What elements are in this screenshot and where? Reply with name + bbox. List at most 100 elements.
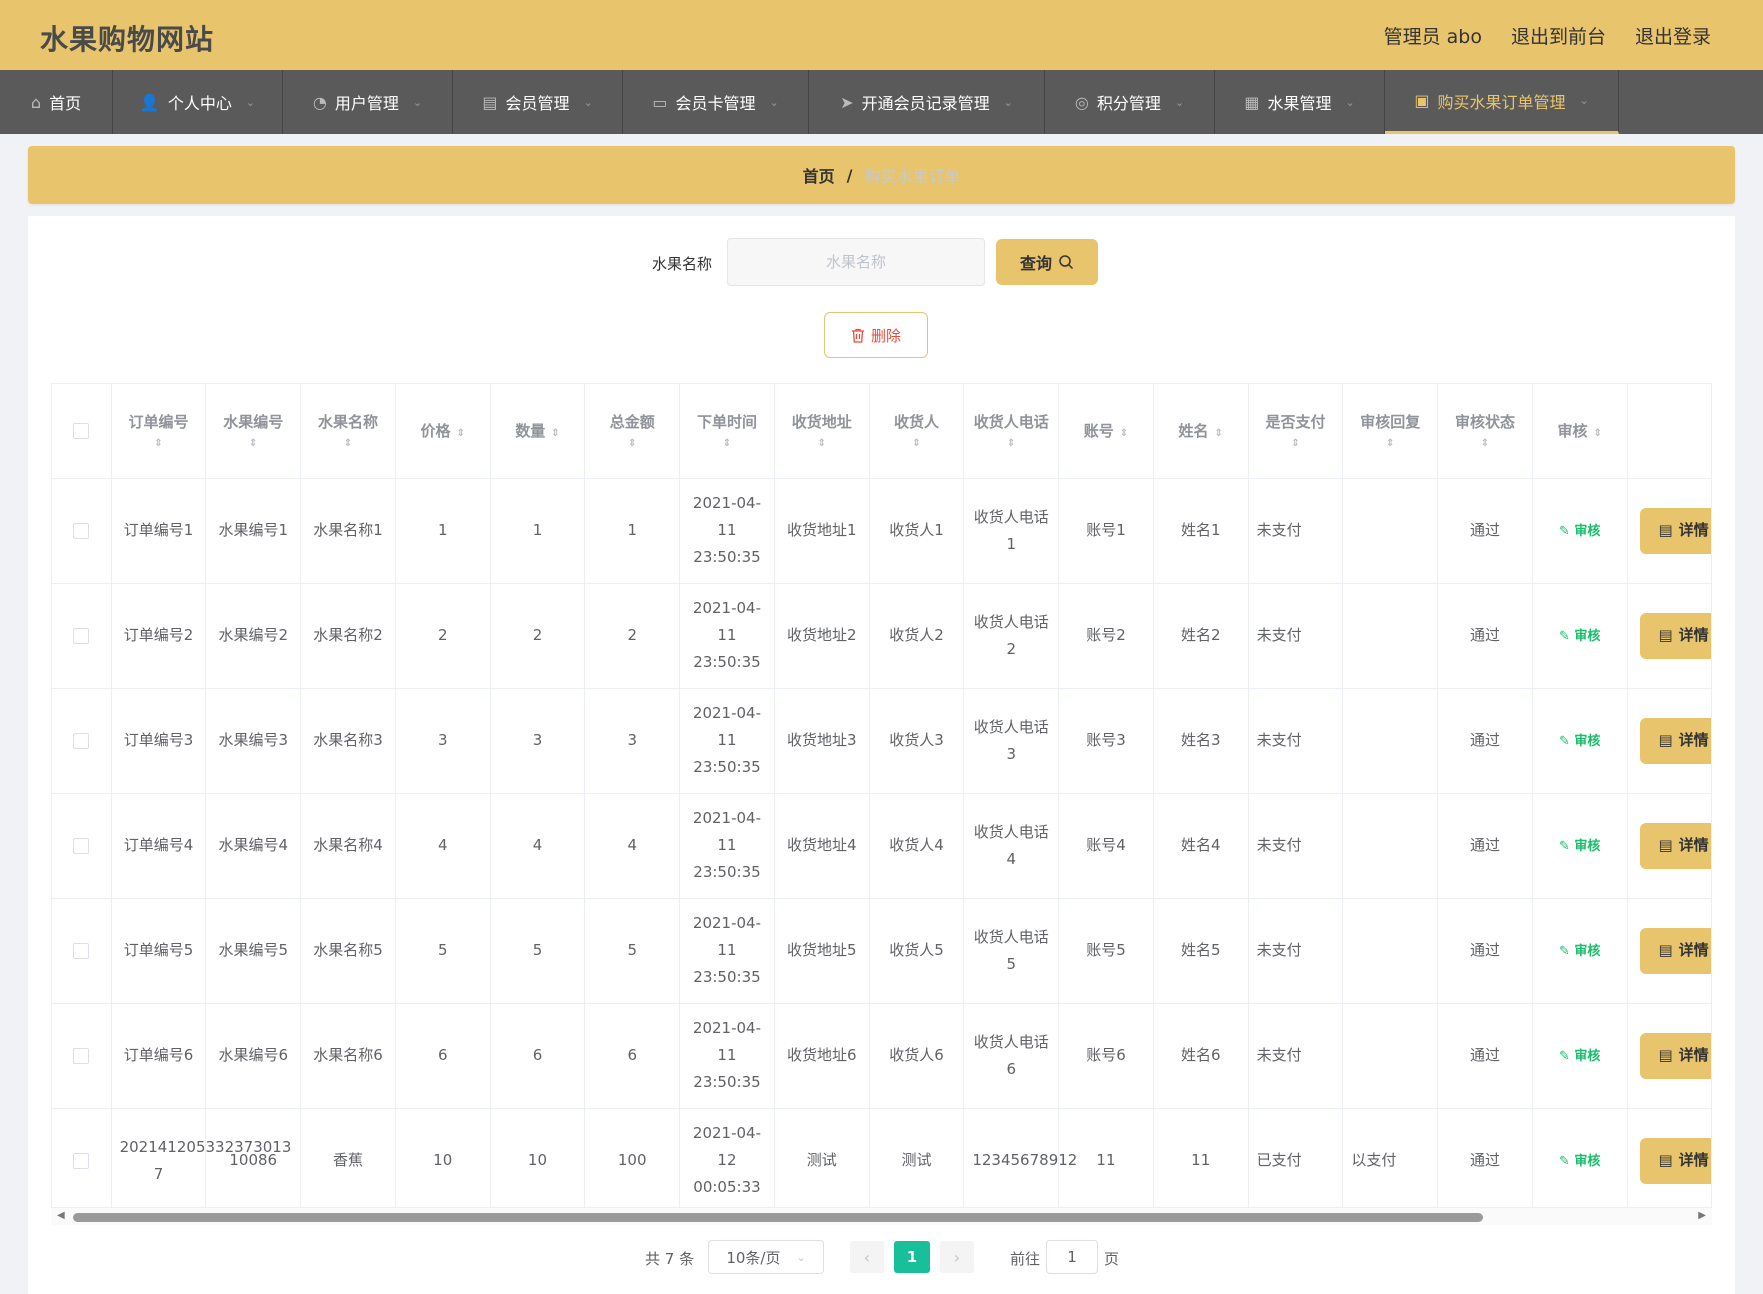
cell-paid: 未支付 — [1248, 793, 1344, 899]
audit-link[interactable]: ✎ 审核 — [1559, 1154, 1600, 1169]
detail-button[interactable]: ▤ 详情 — [1639, 507, 1711, 554]
select-all-checkbox-cell — [52, 384, 112, 479]
column-header[interactable]: 水果名称 ⇕ — [300, 384, 396, 479]
row-checkbox[interactable] — [73, 837, 90, 854]
column-header[interactable]: 收货人电话 ⇕ — [963, 384, 1060, 479]
sort-caret-icon[interactable]: ⇕ — [870, 438, 964, 450]
detail-button-label: 详情 — [1678, 626, 1709, 644]
nav-item-3[interactable]: ▤ 会员管理 ⌄ — [453, 70, 623, 134]
cell-time: 2021-04-11 23:50:35 — [679, 583, 775, 689]
audit-link[interactable]: ✎ 审核 — [1559, 1049, 1600, 1064]
breadcrumb-separator: / — [846, 165, 853, 185]
prev-page-button[interactable]: ‹ — [850, 1241, 884, 1273]
row-checkbox[interactable] — [73, 732, 90, 749]
column-header[interactable]: 订单编号 ⇕ — [111, 384, 207, 479]
select-all-checkbox[interactable] — [73, 423, 90, 440]
sort-caret-icon[interactable]: ⇕ — [1249, 438, 1343, 450]
column-header[interactable]: 收货人 ⇕ — [869, 384, 965, 479]
column-header[interactable]: 账号 ⇕ — [1058, 384, 1154, 479]
sort-caret-icon[interactable]: ⇕ — [1120, 428, 1128, 439]
column-header[interactable]: 价格 ⇕ — [395, 384, 491, 479]
audit-link[interactable]: ✎ 审核 — [1559, 524, 1600, 539]
detail-button[interactable]: ▤ 详情 — [1639, 1032, 1711, 1079]
detail-button-label: 详情 — [1678, 941, 1709, 959]
page-size-select[interactable]: 10条/页 ⌄ — [708, 1240, 824, 1274]
chevron-left-icon: ‹ — [863, 1247, 871, 1267]
nav-item-2[interactable]: ◔ 用户管理 ⌄ — [283, 70, 453, 134]
sort-caret-icon[interactable]: ⇕ — [1215, 428, 1223, 439]
exit-to-front-link[interactable]: 退出到前台 — [1511, 22, 1606, 49]
nav-item-1[interactable]: 👤 个人中心 ⌄ — [113, 70, 283, 134]
audit-link[interactable]: ✎ 审核 — [1559, 629, 1600, 644]
nav-item-4[interactable]: ▭ 会员卡管理 ⌄ — [623, 70, 809, 134]
sort-caret-icon[interactable]: ⇕ — [1594, 428, 1602, 439]
cell-price: 3 — [395, 688, 491, 794]
sort-caret-icon[interactable]: ⇕ — [1438, 438, 1532, 450]
sort-caret-icon[interactable]: ⇕ — [457, 428, 465, 439]
detail-button[interactable]: ▤ 详情 — [1639, 612, 1711, 659]
query-button[interactable]: 查询 — [996, 239, 1098, 285]
cell-status: 通过 — [1437, 1108, 1533, 1214]
cell-status: 通过 — [1437, 1003, 1533, 1109]
detail-button[interactable]: ▤ 详情 — [1639, 822, 1711, 869]
page-number-current[interactable]: 1 — [894, 1241, 930, 1273]
detail-button-label: 详情 — [1678, 1046, 1709, 1064]
chevron-down-icon: ⌄ — [1345, 95, 1355, 109]
nav-item-label: 水果管理 — [1267, 94, 1332, 113]
audit-link[interactable]: ✎ 审核 — [1559, 839, 1600, 854]
column-header[interactable]: 姓名 ⇕ — [1153, 384, 1249, 479]
audit-link[interactable]: ✎ 审核 — [1559, 734, 1600, 749]
column-header[interactable]: 收货地址 ⇕ — [774, 384, 870, 479]
detail-button[interactable]: ▤ 详情 — [1639, 927, 1711, 974]
cell-time: 2021-04-12 00:05:33 — [679, 1108, 775, 1214]
next-page-button[interactable]: › — [940, 1241, 974, 1273]
row-checkbox[interactable] — [73, 627, 90, 644]
sort-caret-icon[interactable]: ⇕ — [680, 438, 774, 450]
cell-name: 11 — [1153, 1108, 1249, 1214]
sort-caret-icon[interactable]: ⇕ — [964, 438, 1058, 450]
sort-caret-icon[interactable]: ⇕ — [551, 428, 559, 439]
nav-item-6[interactable]: ◎ 积分管理 ⌄ — [1045, 70, 1215, 134]
user-icon: 👤 — [139, 92, 160, 112]
nav-item-5[interactable]: ➤ 开通会员记录管理 ⌄ — [809, 70, 1045, 134]
audit-link[interactable]: ✎ 审核 — [1559, 944, 1600, 959]
goto-page-input[interactable] — [1046, 1240, 1098, 1274]
logout-link[interactable]: 退出登录 — [1635, 22, 1711, 49]
row-checkbox[interactable] — [73, 1047, 90, 1064]
nav-item-0[interactable]: ⌂ 首页 — [0, 70, 113, 134]
delete-button[interactable]: 删除 — [824, 312, 928, 358]
column-header[interactable]: 是否支付 ⇕ — [1248, 384, 1344, 479]
scrollbar-thumb[interactable] — [73, 1213, 1483, 1222]
fruit-name-search-input[interactable] — [727, 238, 985, 286]
column-header[interactable]: 审核回复 ⇕ — [1342, 384, 1439, 479]
detail-button[interactable]: ▤ 详情 — [1639, 1137, 1711, 1184]
column-header[interactable]: 总金额 ⇕ — [584, 384, 681, 479]
cell-account: 账号1 — [1058, 478, 1154, 584]
column-header[interactable]: 数量 ⇕ — [490, 384, 586, 479]
detail-button[interactable]: ▤ 详情 — [1639, 717, 1711, 764]
sort-caret-icon[interactable]: ⇕ — [1343, 438, 1437, 450]
row-checkbox[interactable] — [73, 522, 90, 539]
column-header[interactable]: 审核状态 ⇕ — [1437, 384, 1533, 479]
scroll-left-icon[interactable]: ◀ — [57, 1210, 65, 1221]
nav-item-8[interactable]: ▣ 购买水果订单管理 ⌄ — [1385, 70, 1619, 134]
cell-reply — [1342, 478, 1439, 584]
breadcrumb-home[interactable]: 首页 — [803, 163, 835, 187]
sort-caret-icon[interactable]: ⇕ — [585, 438, 679, 450]
column-header[interactable]: 下单时间 ⇕ — [679, 384, 775, 479]
sort-caret-icon[interactable]: ⇕ — [112, 438, 206, 450]
scroll-right-icon[interactable]: ▶ — [1698, 1210, 1706, 1221]
column-header[interactable]: 审核 ⇕ — [1532, 384, 1628, 479]
column-header[interactable]: 水果编号 ⇕ — [205, 384, 302, 479]
cell-time: 2021-04-11 23:50:35 — [679, 898, 775, 1004]
horizontal-scrollbar[interactable]: ◀ ▶ — [51, 1207, 1712, 1225]
sort-caret-icon[interactable]: ⇕ — [206, 438, 300, 450]
sort-caret-icon[interactable]: ⇕ — [775, 438, 869, 450]
cell-status: 通过 — [1437, 793, 1533, 899]
row-checkbox[interactable] — [73, 942, 90, 959]
nav-item-7[interactable]: ▦ 水果管理 ⌄ — [1215, 70, 1385, 134]
audit-link-label: 审核 — [1574, 1048, 1601, 1064]
row-checkbox[interactable] — [73, 1152, 90, 1169]
chevron-down-icon: ⌄ — [1174, 95, 1185, 109]
sort-caret-icon[interactable]: ⇕ — [301, 438, 395, 450]
